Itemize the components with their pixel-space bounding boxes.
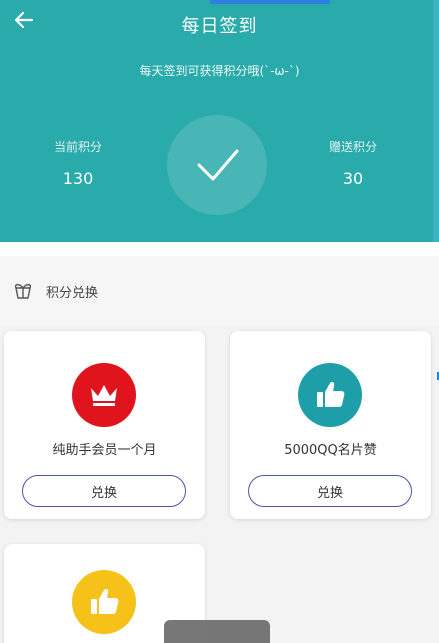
checkin-button[interactable] <box>167 115 267 215</box>
crown-icon <box>72 363 136 427</box>
current-points-label: 当前积分 <box>53 140 102 154</box>
checkin-header: 每日签到 每天签到可获得积分哦(`-ω-`) 当前积分 130 赠送积分 30 <box>0 0 439 242</box>
exchange-section-label: 积分兑换 <box>46 285 99 301</box>
current-points-value: 130 <box>62 169 94 188</box>
card-title: 纯助手会员一个月 <box>52 443 157 458</box>
section-divider <box>0 242 439 256</box>
card-title: 5000QQ名片赞 <box>284 443 377 458</box>
bonus-points-value: 30 <box>342 169 364 188</box>
current-points: 当前积分 130 <box>33 138 123 188</box>
exchange-card: 纯助手会员一个月 兑换 <box>4 331 205 519</box>
thumbs-up-icon <box>298 363 362 427</box>
exchange-card: 5000QQ名片赞 兑换 <box>230 331 431 519</box>
gift-icon <box>14 283 32 299</box>
exchange-button[interactable]: 兑换 <box>248 475 412 507</box>
toast-message <box>164 620 270 643</box>
bonus-points-label: 赠送积分 <box>328 140 377 154</box>
thumbs-up-icon <box>72 570 136 634</box>
page-subtitle: 每天签到可获得积分哦(`-ω-`) <box>139 64 300 78</box>
check-icon <box>197 149 239 181</box>
page-title: 每日签到 <box>181 16 258 37</box>
top-accent-bar <box>210 0 330 4</box>
bonus-points: 赠送积分 30 <box>308 138 398 188</box>
exchange-section-header: 积分兑换 <box>0 256 439 326</box>
exchange-button[interactable]: 兑换 <box>22 475 186 507</box>
